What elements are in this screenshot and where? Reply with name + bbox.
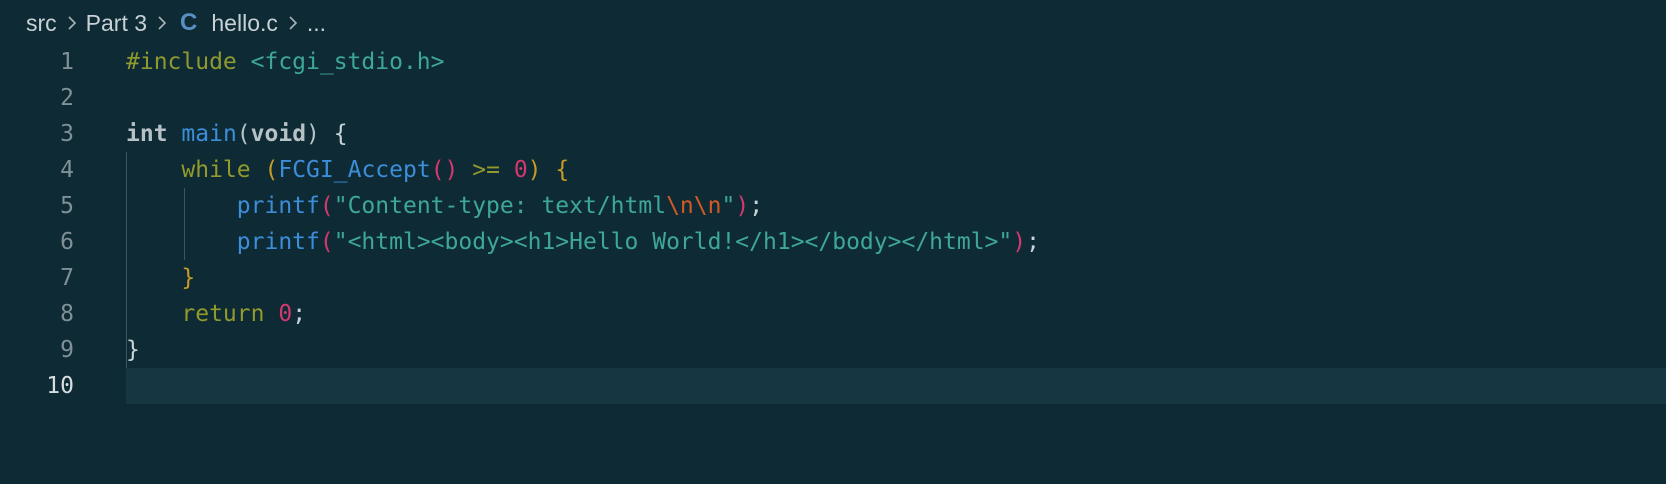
code-line[interactable]: 2 xyxy=(0,80,1666,116)
line-number[interactable]: 10 xyxy=(0,368,74,404)
code-token: <fcgi_stdio.h> xyxy=(250,49,445,75)
code-editor[interactable]: src Part 3 C hello.c ... 1 #include <fcgi… xyxy=(0,0,1666,484)
code-line-content[interactable]: return 0; xyxy=(126,296,306,332)
chevron-right-icon xyxy=(67,15,77,31)
line-number[interactable]: 2 xyxy=(0,80,74,116)
code-token: } xyxy=(181,265,196,291)
line-number[interactable]: 9 xyxy=(0,332,74,368)
code-token: printf xyxy=(236,229,320,255)
code-token: ) xyxy=(527,157,542,183)
code-token: >= xyxy=(472,157,500,183)
line-number[interactable]: 4 xyxy=(0,152,74,188)
code-line-content[interactable]: printf("Content-type: text/html\n\n"); xyxy=(126,188,763,224)
code-token: ; xyxy=(1026,229,1040,255)
code-line-content[interactable]: } xyxy=(126,260,195,296)
chevron-right-icon xyxy=(157,15,167,31)
code-token: ( xyxy=(264,157,279,183)
line-number[interactable]: 6 xyxy=(0,224,74,260)
code-line[interactable]: 7 } xyxy=(0,260,1666,296)
code-area[interactable]: 1 #include <fcgi_stdio.h> 2 3 int main(void)… xyxy=(0,44,1666,404)
code-line[interactable]: 9} xyxy=(0,332,1666,368)
code-token: \n\n xyxy=(666,193,722,219)
code-token: ) xyxy=(306,121,320,147)
code-token: FCGI_Accept xyxy=(278,157,431,183)
code-line-content[interactable]: } xyxy=(126,332,140,368)
chevron-right-icon xyxy=(288,15,298,31)
code-line-content[interactable]: printf("<html><body><h1>Hello World!</h1… xyxy=(126,224,1040,260)
code-token: 0 xyxy=(278,301,293,327)
code-token: ( xyxy=(319,229,334,255)
code-line[interactable]: 8 return 0; xyxy=(0,296,1666,332)
code-line[interactable]: 5 printf("Content-type: text/html\n\n"); xyxy=(0,188,1666,224)
code-line-content[interactable]: int main(void) { xyxy=(126,116,348,152)
breadcrumb-item-src[interactable]: src xyxy=(26,10,57,37)
code-token: { xyxy=(555,157,570,183)
code-token: void xyxy=(250,121,307,147)
breadcrumb-item-symbols[interactable]: ... xyxy=(307,10,326,37)
code-token: ; xyxy=(292,301,307,327)
code-token: } xyxy=(126,337,140,363)
indent-guide xyxy=(126,152,127,368)
line-number[interactable]: 7 xyxy=(0,260,74,296)
code-token: int xyxy=(126,121,168,147)
code-token: printf xyxy=(236,193,320,219)
indent-guide xyxy=(184,188,185,260)
current-line-highlight xyxy=(126,368,1666,404)
line-number[interactable]: 5 xyxy=(0,188,74,224)
code-token: "Content-type: text/html xyxy=(333,193,667,219)
breadcrumb-item-part-3[interactable]: Part 3 xyxy=(86,10,147,37)
code-line[interactable]: 1 #include <fcgi_stdio.h> xyxy=(0,44,1666,80)
line-number[interactable]: 8 xyxy=(0,296,74,332)
code-line[interactable]: 6 printf("<html><body><h1>Hello World!</… xyxy=(0,224,1666,260)
code-token: while xyxy=(181,157,251,183)
code-token: () xyxy=(430,157,459,183)
code-token: ; xyxy=(749,193,764,219)
line-number[interactable]: 1 xyxy=(0,44,74,80)
code-line[interactable]: 10 xyxy=(0,368,1666,404)
code-line[interactable]: 3 int main(void) { xyxy=(0,116,1666,152)
c-language-icon: C xyxy=(180,9,198,36)
code-token: " xyxy=(721,193,736,219)
code-token: { xyxy=(319,121,348,147)
code-line-content[interactable]: while (FCGI_Accept() >= 0) { xyxy=(126,152,569,188)
code-token: "<html><body><h1>Hello World!</h1></body… xyxy=(333,229,1013,255)
code-token: return xyxy=(181,301,265,327)
breadcrumb: src Part 3 C hello.c ... xyxy=(26,6,326,40)
code-line-content[interactable]: #include <fcgi_stdio.h> xyxy=(126,44,445,80)
code-token: #include xyxy=(126,49,251,75)
line-number[interactable]: 3 xyxy=(0,116,74,152)
breadcrumb-item-hello-c[interactable]: hello.c xyxy=(211,10,277,37)
code-token: main xyxy=(181,121,237,147)
code-token: 0 xyxy=(513,157,528,183)
code-token: ( xyxy=(236,121,251,147)
code-token: ( xyxy=(319,193,334,219)
code-token: ) xyxy=(735,193,750,219)
code-line[interactable]: 4 while (FCGI_Accept() >= 0) { xyxy=(0,152,1666,188)
code-token: ) xyxy=(1012,229,1027,255)
